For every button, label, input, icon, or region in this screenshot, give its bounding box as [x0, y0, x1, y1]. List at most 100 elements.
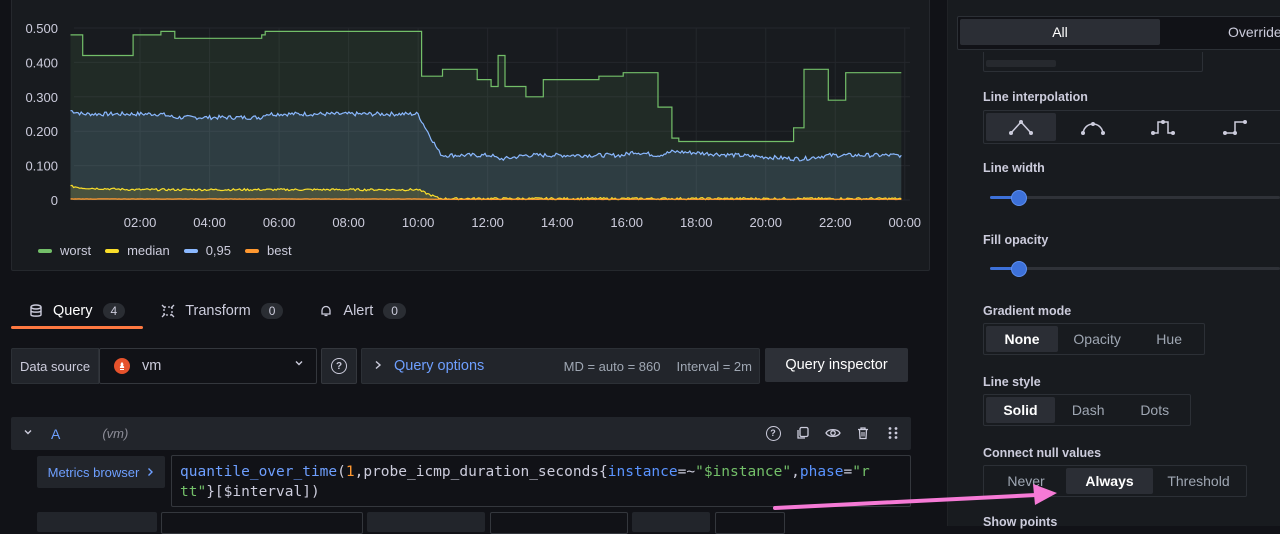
query-inspector-button[interactable]: Query inspector [765, 348, 908, 382]
query-row-actions: ? [765, 425, 901, 441]
gradient-opacity-option[interactable]: Opacity [1058, 326, 1136, 352]
y-tick-label: 0.200 [25, 124, 58, 139]
y-tick-label: 0.300 [25, 90, 58, 105]
metrics-browser-button[interactable]: Metrics browser [37, 456, 165, 488]
tab-all-options[interactable]: All [960, 19, 1160, 45]
connect-null-control: Never Always Threshold [983, 465, 1247, 497]
connect-null-always-option[interactable]: Always [1066, 468, 1153, 494]
editor-tabs: Query 4 Transform 0 Alert 0 [11, 296, 424, 330]
drag-handle-icon[interactable] [885, 425, 901, 441]
step-before-icon [1151, 120, 1175, 135]
data-source-label: Data source [11, 348, 99, 384]
legend-label: worst [60, 243, 92, 258]
legend-label: best [267, 243, 292, 258]
legend-item-095[interactable]: 0,95 [183, 243, 231, 258]
code-function: quantile_over_time [180, 464, 338, 480]
line-interpolation-control [983, 110, 1280, 144]
prometheus-logo-icon [114, 358, 130, 374]
interpolation-smooth-button[interactable] [1058, 113, 1128, 141]
y-tick-label: 0 [51, 193, 58, 208]
y-tick-label: 0.400 [25, 55, 58, 70]
data-source-picker[interactable]: vm [99, 348, 317, 384]
line-style-dots-option[interactable]: Dots [1121, 397, 1188, 423]
x-tick-label: 04:00 [193, 215, 226, 230]
tab-query[interactable]: Query 4 [11, 296, 144, 329]
tab-alert[interactable]: Alert 0 [301, 296, 424, 326]
x-tick-label: 00:00 [889, 215, 922, 230]
previous-option-value[interactable] [986, 60, 1056, 67]
x-tick-label: 18:00 [680, 215, 713, 230]
connect-null-never-option[interactable]: Never [986, 468, 1066, 494]
interpolation-linear-button[interactable] [986, 113, 1056, 141]
legend-swatch [38, 248, 52, 253]
query-code-editor[interactable]: quantile_over_time(1,probe_icmp_duration… [171, 455, 911, 507]
help-icon: ? [331, 358, 347, 374]
query-datasource-name: (vm) [102, 426, 129, 441]
code-token: ,probe_icmp_duration_seconds{ [354, 464, 608, 480]
slider-thumb[interactable] [1011, 261, 1027, 277]
chevron-right-icon [148, 468, 154, 476]
line-style-dash-option[interactable]: Dash [1055, 397, 1122, 423]
line-style-solid-option[interactable]: Solid [986, 397, 1055, 423]
min-step-input[interactable] [490, 512, 628, 534]
code-token: = [843, 464, 853, 480]
query-options-bar[interactable]: Query options MD = auto = 860 Interval =… [361, 348, 760, 384]
slider-track [990, 267, 1280, 270]
tab-label: Alert [343, 303, 374, 319]
eye-icon[interactable] [825, 425, 841, 441]
trash-icon[interactable] [855, 425, 871, 441]
linear-interpolation-icon [1009, 120, 1033, 135]
query-options-row [37, 512, 912, 534]
slider-thumb[interactable] [1011, 190, 1027, 206]
bell-icon [321, 305, 332, 317]
code-token: ( [337, 464, 346, 480]
code-token: , [791, 464, 800, 480]
code-string: tt" [180, 484, 207, 500]
fill-opacity-label: Fill opacity [983, 233, 1049, 247]
query-ref-id[interactable]: A [51, 426, 60, 442]
line-style-control: Solid Dash Dots [983, 394, 1191, 426]
min-step-field[interactable] [367, 512, 485, 532]
tab-overrides[interactable]: Overrides [1228, 24, 1280, 40]
legend-item-worst[interactable]: worst [38, 243, 91, 258]
series-line-best [70, 198, 902, 201]
query-options-interval: Interval = 2m [676, 358, 752, 374]
data-source-help-button[interactable]: ? [321, 348, 357, 384]
tab-count-badge: 4 [102, 303, 126, 319]
smooth-interpolation-icon [1081, 122, 1105, 135]
legend-label: median [127, 243, 170, 258]
code-token: =~ [677, 464, 696, 480]
code-label: instance [607, 464, 678, 480]
legend-option-field[interactable] [37, 512, 157, 532]
line-interpolation-label: Line interpolation [983, 90, 1088, 104]
show-points-label: Show points [983, 515, 1058, 529]
legend-swatch [245, 248, 260, 253]
duplicate-icon[interactable] [795, 425, 811, 441]
query-row-header[interactable]: A (vm) ? [11, 417, 911, 450]
interpolation-step-after-button[interactable] [1200, 113, 1270, 141]
gradient-mode-label: Gradient mode [983, 304, 1072, 318]
tab-count-badge: 0 [383, 303, 406, 319]
legend-item-median[interactable]: median [105, 243, 170, 258]
tab-count-badge: 0 [260, 303, 284, 319]
legend-item-best[interactable]: best [245, 243, 292, 258]
gradient-none-option[interactable]: None [986, 326, 1058, 352]
tab-transform[interactable]: Transform 0 [143, 296, 301, 326]
connect-null-threshold-option[interactable]: Threshold [1153, 468, 1244, 494]
graph-panel[interactable]: 0.500 0.400 0.300 0.200 0.100 0 02:00 04:00 06:0… [11, 0, 930, 271]
resolution-field[interactable] [632, 512, 710, 532]
resolution-select[interactable] [715, 512, 785, 534]
tab-label: Transform [185, 303, 251, 319]
y-tick-label: 0.500 [25, 21, 58, 36]
x-tick-label: 06:00 [263, 215, 296, 230]
time-series-chart: 0.500 0.400 0.300 0.200 0.100 0 02:00 04:00 06:0… [25, 21, 922, 230]
code-number: 1 [345, 464, 355, 480]
legend-option-input[interactable] [161, 512, 363, 534]
help-icon[interactable]: ? [765, 425, 781, 441]
interpolation-step-before-button[interactable] [1128, 113, 1198, 141]
gradient-hue-option[interactable]: Hue [1136, 326, 1202, 352]
x-tick-label: 14:00 [541, 215, 574, 230]
x-tick-label: 22:00 [819, 215, 852, 230]
collapse-chevron-icon[interactable] [23, 427, 33, 440]
transform-icon [161, 304, 175, 318]
